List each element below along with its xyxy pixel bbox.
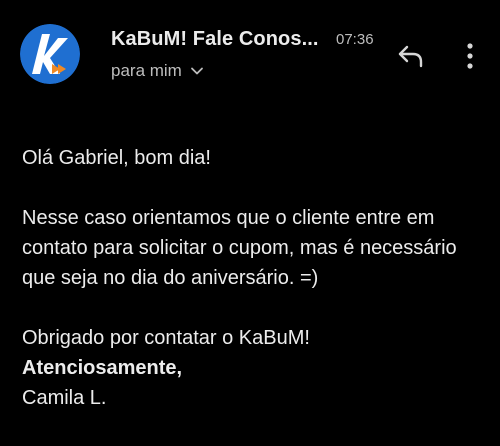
- chevron-down-icon: [190, 67, 203, 75]
- greeting-text: Olá Gabriel, bom dia!: [22, 147, 211, 169]
- reply-icon: [398, 45, 423, 68]
- more-options-button[interactable]: [452, 38, 488, 74]
- sender-name[interactable]: KaBuM! Fale Conos...: [111, 28, 319, 51]
- message-paragraph: Nesse caso orientamos que o cliente entr…: [22, 207, 457, 289]
- message-body: Olá Gabriel, bom dia! Nesse caso orienta…: [22, 143, 482, 413]
- closing-text: Atenciosamente,: [22, 357, 183, 379]
- timestamp: 07:36: [336, 31, 374, 48]
- recipient-label: para mim: [111, 61, 182, 80]
- sender-avatar[interactable]: [20, 24, 80, 84]
- kabum-logo-icon: [20, 24, 80, 84]
- thanks-text: Obrigado por contatar o KaBuM!: [22, 327, 310, 349]
- signature-text: Camila L.: [22, 387, 107, 409]
- recipient-toggle[interactable]: para mim: [111, 61, 204, 81]
- email-view: KaBuM! Fale Conos... 07:36 para mim Olá …: [0, 0, 500, 446]
- reply-button[interactable]: [393, 38, 429, 74]
- more-vert-icon: [467, 43, 473, 69]
